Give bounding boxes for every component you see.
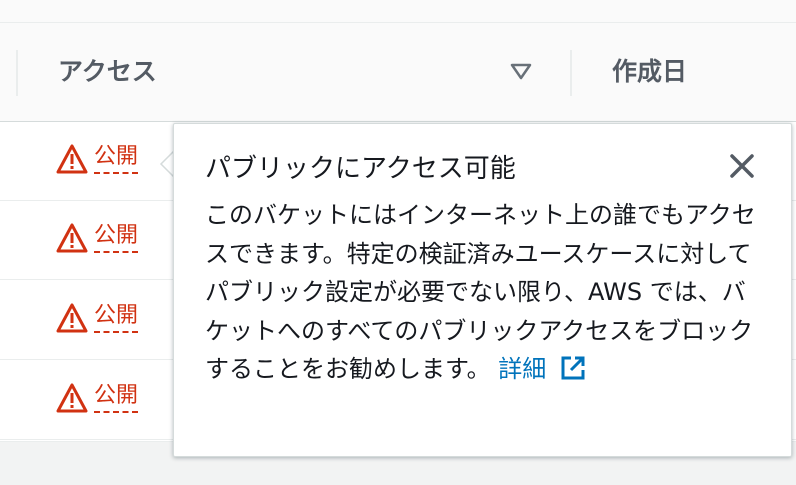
popover-body-text: このバケットにはインターネット上の誰でもアクセスできます。特定の検証済みユースケ… [205,201,756,383]
warning-triangle-icon [56,383,88,413]
public-access-badge[interactable]: 公開 [56,383,139,413]
close-icon[interactable] [726,150,758,182]
external-link-icon [561,356,585,380]
public-access-label: 公開 [94,383,139,413]
column-header-access[interactable]: アクセス [58,52,157,88]
warning-triangle-icon [56,303,88,333]
column-divider [16,50,18,96]
learn-more-label: 詳細 [498,355,547,383]
warning-triangle-icon [56,144,88,174]
column-header-created[interactable]: 作成日 [612,52,687,88]
sort-caret-down-icon[interactable] [510,63,532,81]
public-access-label: 公開 [94,144,139,174]
column-divider[interactable] [570,50,572,96]
learn-more-link[interactable]: 詳細 [498,355,586,383]
warning-triangle-icon [56,223,88,253]
public-access-badge[interactable]: 公開 [56,144,139,174]
popover-title: パブリックにアクセス可能 [205,154,516,184]
public-access-label: 公開 [94,303,139,333]
public-access-badge[interactable]: 公開 [56,223,139,253]
public-access-label: 公開 [94,223,139,253]
popover-body: このバケットにはインターネット上の誰でもアクセスできます。特定の検証済みユースケ… [205,196,765,389]
public-access-popover: パブリックにアクセス可能 このバケットにはインターネット上の誰でもアクセスできま… [173,123,792,457]
table-top-gap [0,0,796,23]
public-access-badge[interactable]: 公開 [56,303,139,333]
